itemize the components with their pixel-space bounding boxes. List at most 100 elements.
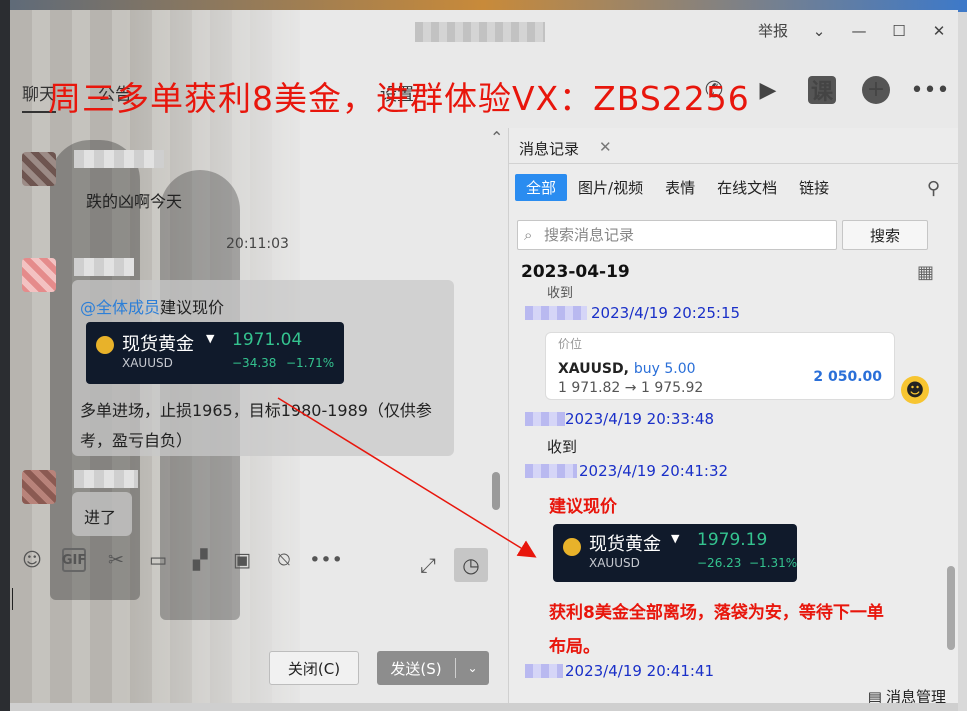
message-note: 多单进场，止损1965，目标1980-1989（仅供参考，盈亏自负） bbox=[80, 401, 432, 450]
close-icon[interactable]: ✕ bbox=[930, 22, 948, 40]
gold-quote-card[interactable]: 现货黄金 ▼ XAUUSD 1979.19 −26.23 −1.31% bbox=[553, 524, 797, 582]
quote-change-pct: −1.31% bbox=[749, 556, 798, 570]
window-title-blurred bbox=[415, 22, 545, 42]
tab-divider bbox=[509, 163, 958, 164]
calendar-icon[interactable]: ▦ bbox=[917, 262, 934, 283]
more-icon[interactable]: ••• bbox=[309, 548, 343, 572]
gold-coin-icon bbox=[96, 336, 114, 354]
message-text: 跌的凶啊今天 bbox=[86, 192, 183, 211]
trade-value: 2 050.00 bbox=[813, 369, 882, 385]
gold-quote-card[interactable]: 现货黄金 ▼ XAUUSD 1971.04 −34.38 −1.71% bbox=[86, 322, 344, 384]
message-history-panel: 消息记录 ✕ 全部 图片/视频 表情 在线文档 链接 ⚲ ⌕ 搜索 2023-0… bbox=[508, 128, 958, 703]
send-button[interactable]: 发送(S) ⌄ bbox=[377, 651, 489, 685]
history-time: 2023/4/19 20:41:32 bbox=[579, 462, 729, 480]
avatar[interactable] bbox=[22, 258, 56, 292]
quote-price: 1979.19 bbox=[697, 530, 768, 550]
doc-icon[interactable]: ▞ bbox=[188, 548, 212, 572]
scissors-icon[interactable]: ✂ bbox=[104, 548, 128, 572]
chat-scrollbar[interactable] bbox=[492, 472, 500, 510]
filter-stickers[interactable]: 表情 bbox=[654, 174, 706, 201]
filter-media[interactable]: 图片/视频 bbox=[567, 174, 654, 201]
search-button[interactable]: 搜索 bbox=[842, 220, 928, 250]
chat-window: 举报 ⌄ — ☐ ✕ 聊天 公告 设置 ✆ ▶ 课 + ••• 周三多单获利8美… bbox=[10, 10, 958, 703]
history-time: 2023/4/19 20:25:15 bbox=[591, 304, 741, 322]
promo-banner: 周三多单获利8美金，进群体验VX：ZBS2256 bbox=[48, 79, 750, 118]
message-manage-label: 消息管理 bbox=[885, 688, 946, 703]
quote-symbol: XAUUSD bbox=[589, 556, 640, 570]
sender-name-blurred bbox=[74, 470, 138, 488]
folder-icon[interactable]: ▭ bbox=[146, 548, 170, 572]
desktop-strip-left bbox=[0, 0, 10, 711]
message-bubble: 进了 bbox=[72, 492, 132, 536]
expand-icon[interactable]: ⤢ bbox=[420, 553, 436, 577]
history-red-note: 获利8美金全部离场，落袋为安，等待下一单 bbox=[549, 603, 884, 623]
emoji-icon[interactable]: ☺ bbox=[20, 548, 44, 572]
quote-price: 1971.04 bbox=[232, 330, 303, 350]
quote-change-pct: −1.71% bbox=[286, 356, 335, 370]
history-text: 收到 bbox=[547, 286, 574, 301]
image-icon[interactable]: ▣ bbox=[230, 548, 254, 572]
avatar[interactable] bbox=[22, 152, 56, 186]
quote-change: −34.38 bbox=[232, 356, 277, 370]
trade-header: 价位 bbox=[558, 337, 583, 351]
quote-change: −26.23 bbox=[697, 556, 742, 570]
title-bar: 举报 ⌄ — ☐ ✕ bbox=[10, 10, 958, 54]
sender-name-blurred bbox=[525, 664, 563, 678]
filter-links[interactable]: 链接 bbox=[788, 174, 840, 201]
video-icon[interactable]: ▶ bbox=[754, 76, 782, 104]
filter-icon[interactable]: ⚲ bbox=[927, 178, 940, 199]
input-toolbar: ☺ GIF ✂ ▭ ▞ ▣ ⍉ ••• bbox=[20, 548, 343, 572]
collapse-icon[interactable]: ⌃ bbox=[490, 128, 503, 147]
taskbar-strip bbox=[10, 703, 958, 711]
chat-area: ⌃ 跌的凶啊今天 20:11:03 @全体成员建议现价 现货黄金 ▼ XAUUS… bbox=[10, 128, 508, 545]
add-icon[interactable]: + bbox=[862, 76, 890, 104]
lesson-button[interactable]: 课 bbox=[808, 76, 836, 105]
caret-down-icon: ▼ bbox=[671, 532, 680, 545]
chat-bubble-icon: ▤ bbox=[867, 687, 882, 704]
history-time: 2023/4/19 20:41:41 bbox=[565, 662, 715, 680]
history-date: 2023-04-19 bbox=[521, 262, 630, 282]
avatar[interactable] bbox=[22, 470, 56, 504]
tab-message-history[interactable]: 消息记录 bbox=[519, 138, 579, 159]
message-bubble: @全体成员建议现价 现货黄金 ▼ XAUUSD 1971.04 −34.38 −… bbox=[72, 280, 454, 456]
close-button[interactable]: 关闭(C) bbox=[269, 651, 359, 685]
history-time: 2023/4/19 20:33:48 bbox=[565, 410, 715, 428]
sender-name-blurred bbox=[525, 464, 577, 478]
trade-prices: 1 971.82 → 1 975.92 bbox=[558, 380, 704, 396]
message-text: 建议现价 bbox=[160, 298, 225, 317]
chevron-down-icon[interactable]: ⌄ bbox=[456, 661, 489, 675]
minimize-icon[interactable]: — bbox=[850, 22, 868, 40]
quote-name: 现货黄金 bbox=[589, 534, 661, 555]
bell-off-icon[interactable]: ⍉ bbox=[272, 548, 296, 572]
quote-name: 现货黄金 bbox=[122, 334, 194, 355]
mention-all[interactable]: @全体成员 bbox=[80, 298, 160, 317]
history-filters: 全部 图片/视频 表情 在线文档 链接 bbox=[515, 174, 840, 201]
sender-name-blurred bbox=[74, 150, 164, 168]
sender-name-blurred bbox=[525, 306, 587, 320]
filter-docs[interactable]: 在线文档 bbox=[706, 174, 788, 201]
history-text: 收到 bbox=[547, 438, 578, 456]
gold-coin-icon bbox=[563, 538, 581, 556]
chevron-down-icon[interactable]: ⌄ bbox=[810, 22, 828, 40]
more-icon[interactable]: ••• bbox=[911, 76, 950, 104]
report-button[interactable]: 举报 bbox=[758, 20, 788, 41]
search-icon: ⌕ bbox=[524, 226, 533, 244]
message-time: 20:11:03 bbox=[226, 236, 289, 252]
search-input[interactable] bbox=[544, 221, 824, 249]
history-red-note: 布局。 bbox=[549, 637, 600, 657]
caret-down-icon: ▼ bbox=[206, 332, 215, 345]
maximize-icon[interactable]: ☐ bbox=[890, 22, 908, 40]
smile-emoji-icon: ☻ bbox=[901, 376, 929, 404]
trade-symbol: XAUUSD, buy 5.00 bbox=[558, 361, 696, 377]
trade-card[interactable]: 价位 XAUUSD, buy 5.00 1 971.82 → 1 975.92 … bbox=[545, 332, 895, 400]
close-icon[interactable]: ✕ bbox=[599, 138, 612, 156]
gif-icon[interactable]: GIF bbox=[62, 548, 86, 572]
filter-all[interactable]: 全部 bbox=[515, 174, 568, 201]
quote-symbol: XAUUSD bbox=[122, 356, 173, 370]
sender-name-blurred bbox=[525, 412, 565, 426]
history-clock-icon[interactable]: ◷ bbox=[454, 548, 488, 582]
message-input-caret[interactable] bbox=[12, 588, 13, 610]
send-label: 发送(S) bbox=[390, 659, 442, 678]
message-manage-button[interactable]: ▤ 消息管理 bbox=[867, 686, 946, 704]
history-scrollbar[interactable] bbox=[947, 566, 955, 650]
